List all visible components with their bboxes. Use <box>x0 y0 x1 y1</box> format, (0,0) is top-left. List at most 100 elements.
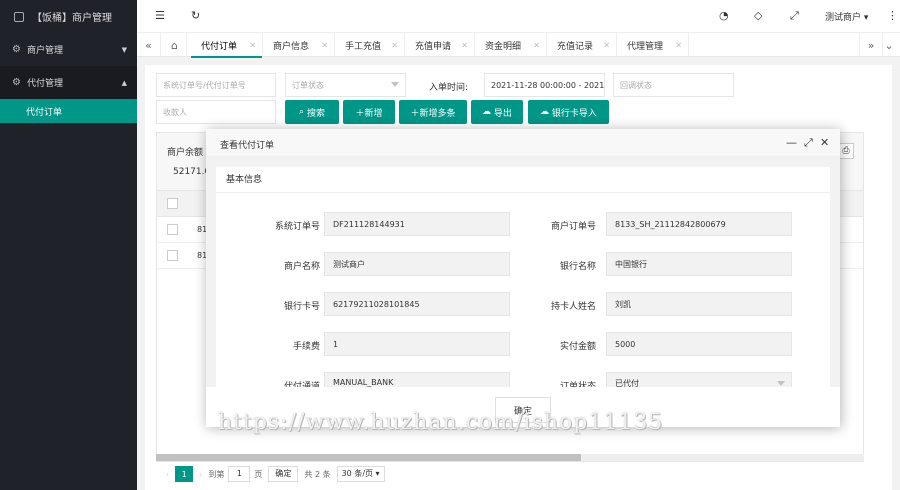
field-label: 商户名称 <box>283 262 320 272</box>
tab-recharge-records[interactable]: 充值记录 ✕ <box>547 33 617 57</box>
export-button[interactable]: ☁ 导出 <box>471 100 523 124</box>
tab-menu-button[interactable]: ⌄ <box>877 33 900 57</box>
chevron-down-icon: ▼ <box>121 45 127 54</box>
scrollbar-thumb[interactable] <box>156 454 581 461</box>
field-order-status[interactable]: 已代付 <box>606 372 792 388</box>
placeholder: 订单状态 <box>292 80 324 90</box>
search-icon: ⌕ <box>299 107 307 117</box>
close-icon[interactable]: ✕ <box>675 41 682 50</box>
order-no-input[interactable]: 系统订单号/代付订单号 <box>156 73 276 97</box>
app-logo: 【饭桶】商户管理 <box>0 0 137 33</box>
home-tab[interactable]: ⌂ <box>163 33 187 57</box>
close-icon[interactable]: ✕ <box>603 41 610 50</box>
user-name: 测试商户 <box>825 13 862 23</box>
order-status-select[interactable]: 订单状态 <box>285 73 406 97</box>
sidebar-item-payout[interactable]: ⚙ 代付管理 ▲ <box>0 66 137 99</box>
sidebar-item-payout-orders[interactable]: 代付订单 <box>0 99 137 123</box>
field-value: 62179211028101845 <box>333 299 420 309</box>
tab-fund-detail[interactable]: 资金明细 ✕ <box>475 33 547 57</box>
field-label: 手续费 <box>292 342 320 352</box>
app-title: 【饭桶】商户管理 <box>32 13 112 24</box>
field-label: 实付金额 <box>559 342 596 352</box>
prev-page-icon[interactable]: ‹ <box>166 470 169 479</box>
add-button[interactable]: ＋新增 <box>343 100 395 124</box>
page-size-select[interactable]: 30 条/页 ▾ <box>336 466 385 482</box>
refresh-icon[interactable]: ↻ <box>191 9 200 22</box>
field-value: 8133_SH_21112842800679 <box>615 219 726 229</box>
more-icon[interactable]: ⋮ <box>887 9 898 22</box>
theme-icon[interactable]: ◔ <box>719 9 729 22</box>
menu-toggle-icon[interactable]: ☰ <box>155 9 165 22</box>
placeholder: 收款人 <box>163 107 187 117</box>
sidebar-item-merchant[interactable]: ⚙ 商户管理 ▼ <box>0 33 137 66</box>
field-value: 中国银行 <box>615 259 647 269</box>
sidebar-item-label: 代付订单 <box>26 107 63 118</box>
caret-icon <box>391 82 399 87</box>
close-icon[interactable]: ✕ <box>391 41 398 50</box>
button-label: 新增 <box>364 108 383 119</box>
pagination: ‹ 1 › 到第 1 页 确定 共 2 条 30 条/页 ▾ <box>156 463 864 485</box>
tab-label: 充值申请 <box>415 41 452 52</box>
callback-status-select[interactable]: 回调状态 <box>613 73 734 97</box>
modal-body: 基本信息 系统订单号 DF211128144931 商户订单号 8133_SH_… <box>206 157 840 392</box>
import-icon: ☁ <box>540 107 552 117</box>
field-value: DF211128144931 <box>333 219 405 229</box>
select-all-checkbox[interactable] <box>167 198 178 209</box>
tab-label: 手工充值 <box>345 41 382 52</box>
field-card-no: 62179211028101845 <box>324 292 510 316</box>
field-label: 商户订单号 <box>550 222 596 232</box>
next-page-icon[interactable]: › <box>199 470 202 479</box>
goto-label: 到第 <box>208 469 225 479</box>
minimize-icon[interactable]: — <box>786 136 797 149</box>
field-system-order-no: DF211128144931 <box>324 212 510 236</box>
fullscreen-icon[interactable]: ⤢ <box>790 9 799 23</box>
tab-prev-button[interactable]: « <box>137 33 161 57</box>
close-icon[interactable]: ✕ <box>820 136 829 149</box>
field-bank-name: 中国银行 <box>606 252 792 276</box>
tab-label: 代付订单 <box>201 41 238 52</box>
chevron-down-icon: ⌄ <box>884 38 894 52</box>
balance-value: 52171.0 <box>173 167 211 177</box>
tab-payout-orders[interactable]: 代付订单 ✕ <box>191 33 263 58</box>
goto-confirm-button[interactable]: 确定 <box>268 466 299 482</box>
print-icon[interactable]: ⎙ <box>838 143 854 159</box>
payee-input[interactable]: 收款人 <box>156 100 276 124</box>
close-icon[interactable]: ✕ <box>533 41 540 50</box>
button-label: 银行卡导入 <box>551 108 597 119</box>
field-label: 银行名称 <box>559 262 596 272</box>
tag-icon[interactable]: ◇ <box>754 9 762 22</box>
tab-manual-recharge[interactable]: 手工充值 ✕ <box>335 33 405 57</box>
field-paid-amount: 5000 <box>606 332 792 356</box>
search-button[interactable]: ⌕ 搜索 <box>285 100 339 124</box>
field-label: 系统订单号 <box>274 222 320 232</box>
caret-icon <box>777 381 785 386</box>
plus-icon: ＋ <box>410 108 420 119</box>
goto-page-input[interactable]: 1 <box>228 466 251 482</box>
total-count: 共 2 条 <box>304 469 331 479</box>
user-menu[interactable]: 测试商户 ▾ <box>825 10 868 23</box>
maximize-icon[interactable]: ⤢ <box>804 136 813 150</box>
sidebar-item-label: 商户管理 <box>26 46 63 56</box>
placeholder: 回调状态 <box>620 80 652 90</box>
close-icon[interactable]: ✕ <box>321 41 328 50</box>
current-page[interactable]: 1 <box>175 466 194 482</box>
tab-merchant-info[interactable]: 商户信息 ✕ <box>263 33 335 57</box>
tab-recharge-apply[interactable]: 充值申请 ✕ <box>405 33 475 57</box>
field-value: 测试商户 <box>333 259 365 269</box>
tab-agent-manage[interactable]: 代理管理 ✕ <box>617 33 689 57</box>
horizontal-scrollbar[interactable] <box>156 454 864 461</box>
chevron-up-icon: ▲ <box>121 78 127 87</box>
close-icon[interactable]: ✕ <box>461 41 468 50</box>
modal-title: 查看代付订单 <box>220 141 275 151</box>
field-fee: 1 <box>324 332 510 356</box>
time-range-input[interactable]: 2021-11-28 00:00:00 - 2021- <box>484 73 605 97</box>
section-title: 基本信息 <box>216 167 830 193</box>
close-icon[interactable]: ✕ <box>249 41 256 50</box>
row-checkbox[interactable] <box>167 250 178 261</box>
bank-import-button[interactable]: ☁ 银行卡导入 <box>528 100 609 124</box>
row-checkbox[interactable] <box>167 224 178 235</box>
tab-label: 代理管理 <box>627 41 664 52</box>
add-multi-button[interactable]: ＋新增多条 <box>399 100 467 124</box>
home-icon: ⌂ <box>171 38 178 52</box>
watermark: https://www.huzhan.com/ishop11135 <box>218 410 664 435</box>
